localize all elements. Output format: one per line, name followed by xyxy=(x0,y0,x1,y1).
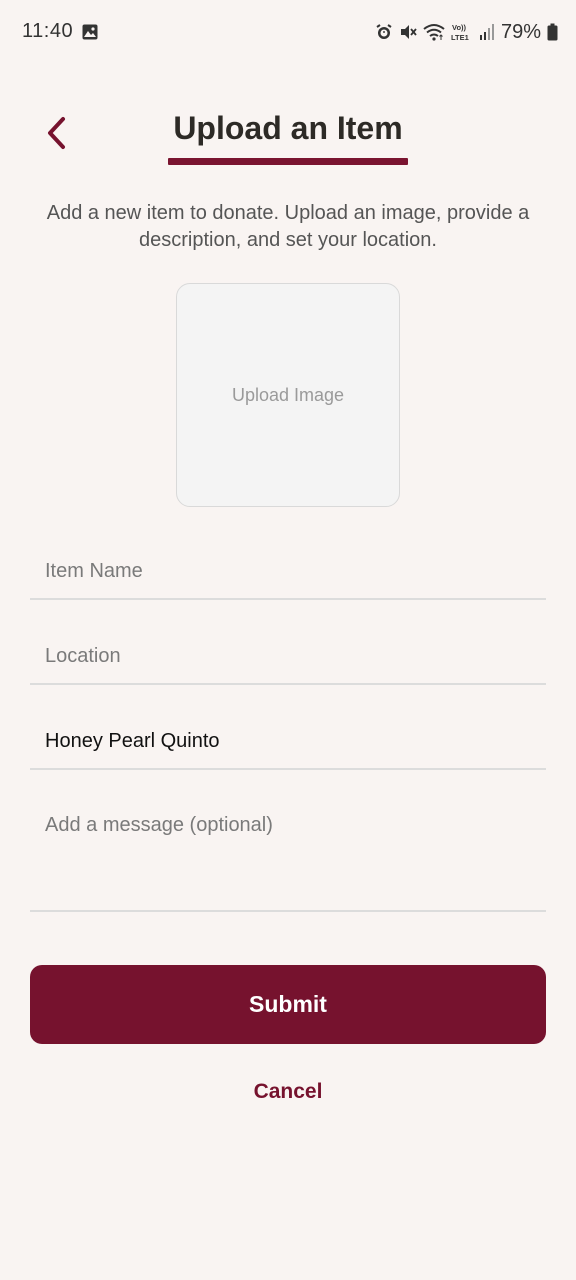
page-subtitle: Add a new item to donate. Upload an imag… xyxy=(46,202,530,251)
item-name-field-container xyxy=(30,548,546,600)
submit-button[interactable]: Submit xyxy=(30,965,546,1044)
page-title: Upload an Item xyxy=(173,110,403,146)
message-input[interactable] xyxy=(30,803,515,903)
status-bar: 11:40 Vo)) LTE1 79% xyxy=(0,0,576,64)
gallery-icon xyxy=(82,24,98,40)
item-name-input[interactable] xyxy=(30,548,515,594)
battery-percent: 79% xyxy=(500,20,541,43)
alarm-icon xyxy=(375,23,393,41)
cancel-button[interactable]: Cancel xyxy=(188,1070,388,1114)
signal-icon xyxy=(479,23,495,41)
location-input[interactable] xyxy=(30,633,515,679)
message-field-container xyxy=(30,803,546,912)
volte-lte-icon: Vo)) LTE1 xyxy=(451,22,473,42)
mute-icon xyxy=(399,23,417,41)
status-time: 11:40 xyxy=(22,20,74,42)
upload-image-button[interactable]: Upload Image xyxy=(176,283,400,507)
status-icons: Vo)) LTE1 79% xyxy=(375,20,558,44)
title-underline xyxy=(168,158,408,165)
svg-text:LTE1: LTE1 xyxy=(451,33,469,42)
donor-name-field-container xyxy=(30,718,546,770)
battery-icon xyxy=(547,23,558,41)
location-field-container xyxy=(30,633,546,685)
wifi-icon xyxy=(423,23,445,41)
svg-text:Vo)): Vo)) xyxy=(452,23,467,32)
donor-name-input[interactable] xyxy=(30,718,515,764)
upload-image-label: Upload Image xyxy=(231,384,345,405)
